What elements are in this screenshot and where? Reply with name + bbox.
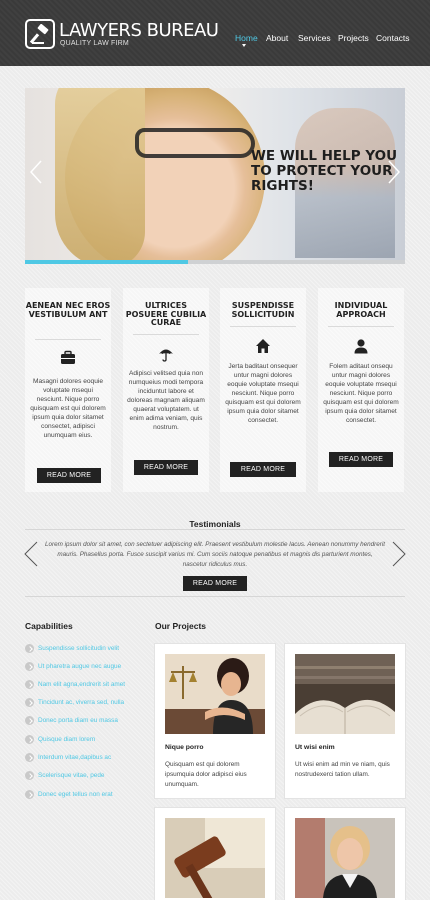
divider	[25, 596, 405, 597]
testimonial-next-arrow-icon[interactable]	[392, 541, 406, 567]
capability-link[interactable]: Quisque diam lorem	[38, 736, 95, 743]
feature-title: SUSPENDISSE SOLLICITUDIN	[231, 301, 295, 319]
testimonial-quote: Lorem ipsum dolor sit amet, con sectetue…	[45, 541, 385, 568]
nav-active-caret	[242, 44, 246, 47]
brand-tagline: QUALITY LAW FIRM	[60, 40, 129, 47]
nav-services[interactable]: Services	[298, 33, 331, 43]
slider-photo-hair	[55, 88, 145, 260]
capability-link[interactable]: Donec eget tellus non erat	[38, 791, 113, 798]
read-more-button[interactable]: READ MORE	[37, 468, 101, 483]
hero-slider[interactable]: WE WILL HELP YOU TO PROTECT YOUR RIGHTS!	[25, 88, 405, 260]
read-more-button[interactable]: READ MORE	[230, 462, 296, 477]
project-name[interactable]: Nique porro	[165, 744, 204, 751]
logo[interactable]	[25, 19, 55, 49]
project-card-4[interactable]	[285, 808, 405, 900]
divider	[230, 326, 296, 327]
home-icon	[256, 339, 270, 353]
capability-link[interactable]: Suspendisse sollicitudin velit	[38, 645, 119, 652]
slider-progress-bar	[25, 260, 405, 264]
brand-name[interactable]: LAWYERS BUREAU	[59, 20, 219, 41]
gavel-icon	[30, 24, 49, 44]
nav-home[interactable]: Home	[235, 33, 258, 43]
capability-link[interactable]: Ut pharetra augue nec augue	[38, 663, 121, 670]
feature-text: Masagni dolores eoquie voluptate msequi …	[30, 378, 106, 439]
chevron-right-icon	[25, 698, 34, 707]
user-icon	[354, 339, 368, 354]
project-image[interactable]	[295, 654, 395, 734]
capability-link[interactable]: Interdum vitae,dapibus ac	[38, 754, 111, 761]
testimonial-prev-arrow-icon[interactable]	[24, 541, 38, 567]
project-image[interactable]	[165, 818, 265, 898]
nav-contacts[interactable]: Contacts	[376, 33, 410, 43]
read-more-button[interactable]: READ MORE	[329, 452, 393, 467]
project-image[interactable]	[165, 654, 265, 734]
chevron-right-icon	[25, 644, 34, 653]
project-card-1[interactable]: Nique porro Quisquam est qui dolorem ips…	[155, 644, 275, 798]
slider-prev-arrow-icon[interactable]	[30, 160, 42, 184]
feature-text: Folem aditaut onsequ untur magni dolores…	[323, 363, 399, 424]
feature-title: INDIVIDUAL APPROACH	[334, 301, 388, 319]
chevron-right-icon	[25, 680, 34, 689]
projects-title: Our Projects	[155, 621, 207, 631]
site-header: LAWYERS BUREAU QUALITY LAW FIRM Home Abo…	[0, 0, 430, 66]
umbrella-icon	[159, 349, 173, 362]
feature-title: ULTRICES POSUERE CUBILIA CURAE	[125, 301, 207, 327]
capability-link[interactable]: Scelerisque vitae, pede	[38, 772, 104, 779]
divider	[35, 339, 101, 340]
project-name[interactable]: Ut wisi enim	[295, 744, 335, 751]
chevron-right-icon	[25, 735, 34, 744]
project-image[interactable]	[295, 818, 395, 898]
chevron-right-icon	[25, 771, 34, 780]
capability-link[interactable]: Donec porta diam eu massa	[38, 717, 118, 724]
feature-card-1: AENEAN NEC EROS VESTIBULUM ANT Masagni d…	[25, 288, 111, 492]
feature-card-3: SUSPENDISSE SOLLICITUDIN Jerta baditaut …	[220, 288, 306, 492]
capabilities-title: Capabilities	[25, 621, 73, 631]
nav-about[interactable]: About	[266, 33, 288, 43]
feature-text: Adipisci velitsed quia non numqueius mod…	[127, 370, 205, 431]
divider	[328, 326, 394, 327]
chevron-right-icon	[25, 790, 34, 799]
chevron-right-icon	[25, 753, 34, 762]
feature-card-2: ULTRICES POSUERE CUBILIA CURAE Adipisci …	[123, 288, 209, 492]
briefcase-icon	[61, 350, 75, 364]
slider-progress-fill	[25, 260, 189, 264]
divider	[25, 529, 405, 530]
slider-next-arrow-icon[interactable]	[388, 160, 400, 184]
nav-projects[interactable]: Projects	[338, 33, 369, 43]
divider	[133, 334, 199, 335]
capability-link[interactable]: Nam elit agna,endrerit sit amet	[38, 681, 125, 688]
capability-link[interactable]: Tincidunt ac, viverra sed, nulla	[38, 699, 124, 706]
slider-headline: WE WILL HELP YOU TO PROTECT YOUR RIGHTS!	[251, 148, 398, 194]
feature-text: Jerta baditaut onsequer untur magni dolo…	[225, 363, 301, 424]
project-card-3[interactable]	[155, 808, 275, 900]
chevron-right-icon	[25, 716, 34, 725]
feature-card-4: INDIVIDUAL APPROACH Folem aditaut onsequ…	[318, 288, 404, 492]
testimonial-read-more-button[interactable]: READ MORE	[183, 576, 247, 591]
project-description: Ut wisi enim ad min ve niam, quis nostru…	[295, 761, 390, 778]
project-card-2[interactable]: Ut wisi enim Ut wisi enim ad min ve niam…	[285, 644, 405, 798]
slider-photo-glasses	[135, 128, 255, 158]
chevron-right-icon	[25, 662, 34, 671]
read-more-button[interactable]: READ MORE	[134, 460, 198, 475]
project-description: Quisquam est qui dolorem ipsumquia dolor…	[165, 761, 247, 788]
feature-title: AENEAN NEC EROS VESTIBULUM ANT	[25, 301, 111, 319]
testimonials-title: Testimonials	[189, 519, 241, 529]
